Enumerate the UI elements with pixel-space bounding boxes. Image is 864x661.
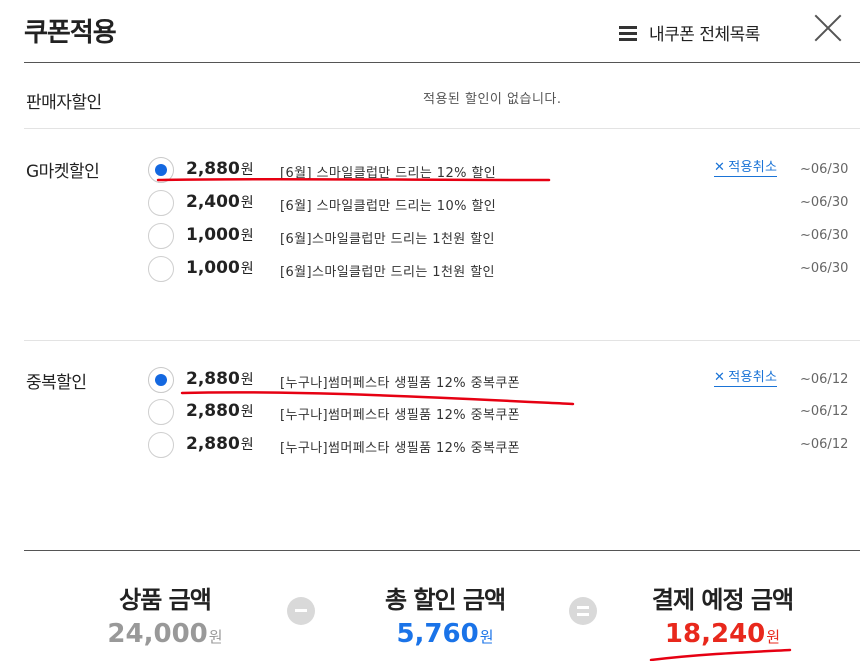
coupon-amount: 2,880원 [186,159,254,179]
product-amount-value: 24,000원 [107,619,223,649]
coupon-row: 1,000원 [6월]스마일클럽만 드리는 1천원 할인 ~06/30 [148,221,860,249]
coupon-expiry: ~06/12 [800,404,849,419]
close-icon[interactable] [814,14,842,42]
divider [24,340,860,341]
coupon-amount: 2,400원 [186,192,254,212]
coupon-expiry: ~06/30 [800,228,849,243]
divider [24,62,860,63]
header: 쿠폰적용 내쿠폰 전체목록 [0,0,864,62]
gmarket-discount-label: G마켓할인 [26,162,100,182]
payment-amount-value: 18,240원 [664,619,781,649]
discount-amount-value: 5,760원 [396,619,494,649]
coupon-row: 2,880원 [누구나]썸머페스타 생필품 12% 중복쿠폰 ✕ 적용취소 ~06… [148,365,860,393]
menu-icon [619,25,637,41]
divider [24,128,860,129]
coupon-amount: 2,880원 [186,434,254,454]
coupon-row: 1,000원 [6월]스마일클럽만 드리는 1천원 할인 ~06/30 [148,254,860,282]
coupon-amount: 1,000원 [186,225,254,245]
payment-amount: 결제 예정 금액 18,240원 [630,580,815,649]
coupon-row: 2,880원 [누구나]썸머페스타 생필품 12% 중복쿠폰 ~06/12 [148,397,860,425]
page-title: 쿠폰적용 [24,18,117,48]
coupon-expiry: ~06/12 [800,437,849,452]
coupon-expiry: ~06/30 [800,195,849,210]
my-coupons-label: 내쿠폰 전체목록 [649,25,760,45]
coupon-row: 2,400원 [6월] 스마일클럽만 드리는 10% 할인 ~06/30 [148,188,860,216]
coupon-description: [누구나]썸머페스타 생필품 12% 중복쿠폰 [280,376,521,391]
coupon-description: [6월] 스마일클럽만 드리는 10% 할인 [280,199,497,214]
minus-icon [287,597,315,625]
coupon-amount: 2,880원 [186,401,254,421]
coupon-description: [누구나]썸머페스타 생필품 12% 중복쿠폰 [280,441,521,456]
divider [24,550,860,551]
coupon-radio[interactable] [148,432,174,458]
coupon-expiry: ~06/30 [800,162,849,177]
price-summary: 상품 금액 24,000원 총 할인 금액 5,760원 결제 예정 금액 18… [0,580,864,661]
coupon-radio[interactable] [148,256,174,282]
coupon-description: [6월] 스마일클럽만 드리는 12% 할인 [280,166,497,181]
discount-amount: 총 할인 금액 5,760원 [360,580,530,649]
product-amount-label: 상품 금액 [119,586,212,614]
coupon-row: 2,880원 [6월] 스마일클럽만 드리는 12% 할인 ✕ 적용취소 ~06/… [148,155,860,183]
duplicate-discount-label: 중복할인 [26,373,87,393]
seller-discount-label: 판매자할인 [26,93,102,113]
close-icon: ✕ [714,160,726,175]
cancel-apply-link[interactable]: ✕ 적용취소 [714,370,778,387]
coupon-description: [누구나]썸머페스타 생필품 12% 중복쿠폰 [280,408,521,423]
coupon-radio-selected[interactable] [148,157,174,183]
coupon-description: [6월]스마일클럽만 드리는 1천원 할인 [280,265,495,280]
coupon-description: [6월]스마일클럽만 드리는 1천원 할인 [280,232,495,247]
payment-amount-label: 결제 예정 금액 [651,586,794,614]
discount-amount-label: 총 할인 금액 [384,586,506,614]
my-coupons-button[interactable]: 내쿠폰 전체목록 [619,20,760,45]
coupon-radio[interactable] [148,399,174,425]
coupon-expiry: ~06/12 [800,372,849,387]
coupon-amount: 1,000원 [186,258,254,278]
coupon-expiry: ~06/30 [800,261,849,276]
coupon-amount: 2,880원 [186,369,254,389]
coupon-row: 2,880원 [누구나]썸머페스타 생필품 12% 중복쿠폰 ~06/12 [148,430,860,458]
coupon-radio-selected[interactable] [148,367,174,393]
coupon-radio[interactable] [148,223,174,249]
product-amount: 상품 금액 24,000원 [90,580,240,649]
coupon-radio[interactable] [148,190,174,216]
seller-discount-message: 적용된 할인이 없습니다. [423,92,562,107]
close-icon: ✕ [714,370,726,385]
cancel-apply-link[interactable]: ✕ 적용취소 [714,160,778,177]
equals-icon [569,597,597,625]
